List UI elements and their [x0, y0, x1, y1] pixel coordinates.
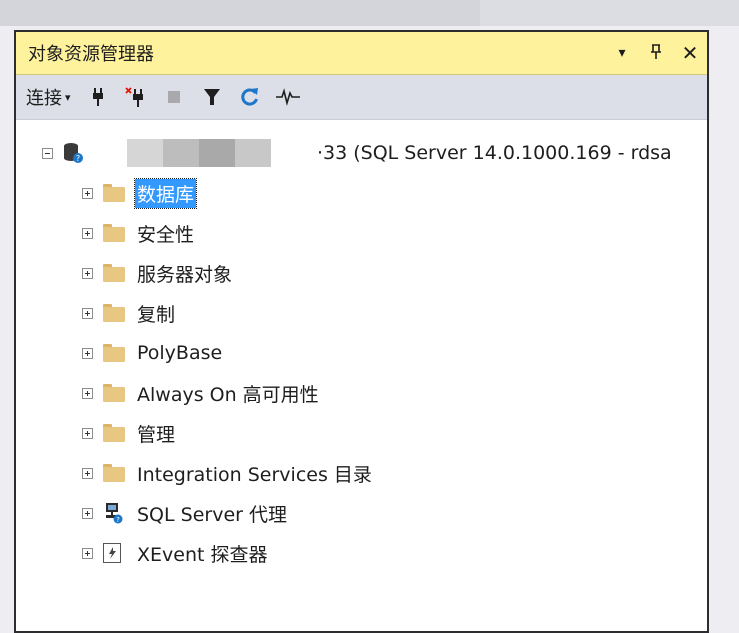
tree-item-xevent-profiler[interactable]: XEvent 探查器: [82, 533, 270, 573]
expand-toggle[interactable]: [82, 307, 93, 319]
left-edge: [0, 26, 12, 633]
close-icon[interactable]: ✕: [673, 41, 707, 65]
object-explorer-panel: 对象资源管理器 ▾ ✕ 连接 ▾ ? ·33 (SQL Server 14.0.…: [14, 30, 709, 633]
expand-toggle[interactable]: [82, 507, 93, 519]
tree-item-label: 服务器对象: [137, 263, 233, 286]
svg-text:?: ?: [76, 154, 80, 163]
refresh-icon[interactable]: [231, 82, 269, 112]
panel-title-bar: 对象资源管理器 ▾ ✕: [16, 32, 707, 75]
tree-item-polybase[interactable]: PolyBase: [82, 333, 224, 373]
panel-title: 对象资源管理器: [28, 44, 154, 65]
folder-icon: [103, 304, 125, 322]
tree-item-databases[interactable]: 数据库: [82, 173, 198, 213]
tree-item-label: XEvent 探查器: [137, 543, 268, 566]
tree-item-server-objects[interactable]: 服务器对象: [82, 253, 234, 293]
folder-icon: [103, 184, 125, 202]
tree-server-node[interactable]: ? ·33 (SQL Server 14.0.1000.169 - rdsa: [42, 133, 674, 173]
tree-item-label: 安全性: [137, 223, 195, 246]
stop-icon[interactable]: [155, 82, 193, 112]
tree-item-label: SQL Server 代理: [137, 503, 287, 526]
connect-plug-icon[interactable]: [79, 82, 117, 112]
folder-icon: [103, 264, 125, 282]
sql-agent-icon: ?: [103, 502, 125, 524]
connect-label: 连接: [26, 88, 62, 109]
expand-toggle[interactable]: [82, 267, 93, 279]
folder-icon: [103, 224, 125, 242]
disconnect-icon[interactable]: [117, 82, 155, 112]
expand-toggle[interactable]: [82, 467, 93, 479]
tree-item-always-on[interactable]: Always On 高可用性: [82, 373, 321, 413]
tree-item-integration-services[interactable]: Integration Services 目录: [82, 453, 374, 493]
tree-item-label: Always On 高可用性: [137, 383, 319, 406]
svg-text:?: ?: [116, 516, 120, 524]
redacted-server-name: [127, 139, 271, 167]
collapse-toggle[interactable]: [42, 147, 53, 159]
expand-toggle[interactable]: [82, 347, 93, 359]
tree-item-label: 数据库: [133, 177, 198, 209]
right-edge: [709, 26, 739, 633]
tree-item-security[interactable]: 安全性: [82, 213, 196, 253]
pin-icon[interactable]: [639, 41, 673, 65]
folder-icon: [103, 344, 125, 362]
folder-icon: [103, 424, 125, 442]
tree-item-label: PolyBase: [137, 342, 223, 364]
tree-item-sql-agent[interactable]: ? SQL Server 代理: [82, 493, 289, 533]
expand-toggle[interactable]: [82, 387, 93, 399]
explorer-toolbar: 连接 ▾: [16, 75, 707, 120]
connect-button[interactable]: 连接 ▾: [26, 84, 71, 110]
server-database-icon: ?: [63, 142, 83, 164]
expand-toggle[interactable]: [82, 187, 93, 199]
folder-icon: [103, 384, 125, 402]
server-label: ·33 (SQL Server 14.0.1000.169 - rdsa: [317, 142, 672, 164]
expand-toggle[interactable]: [82, 547, 93, 559]
expand-toggle[interactable]: [82, 427, 93, 439]
tree-item-label: 复制: [137, 303, 176, 326]
activity-monitor-icon[interactable]: [269, 82, 307, 112]
tree-item-management[interactable]: 管理: [82, 413, 177, 453]
expand-toggle[interactable]: [82, 227, 93, 239]
xevent-icon: [103, 543, 125, 563]
tree-item-replication[interactable]: 复制: [82, 293, 177, 333]
tree-item-label: 管理: [137, 423, 176, 446]
filter-icon[interactable]: [193, 82, 231, 112]
dropdown-icon[interactable]: ▾: [605, 45, 639, 61]
top-strip: [0, 0, 739, 26]
folder-icon: [103, 464, 125, 482]
top-strip-segment: [0, 0, 480, 26]
object-tree: ? ·33 (SQL Server 14.0.1000.169 - rdsa 数…: [16, 122, 707, 631]
chevron-down-icon: ▾: [65, 90, 71, 104]
tree-item-label: Integration Services 目录: [137, 463, 372, 486]
